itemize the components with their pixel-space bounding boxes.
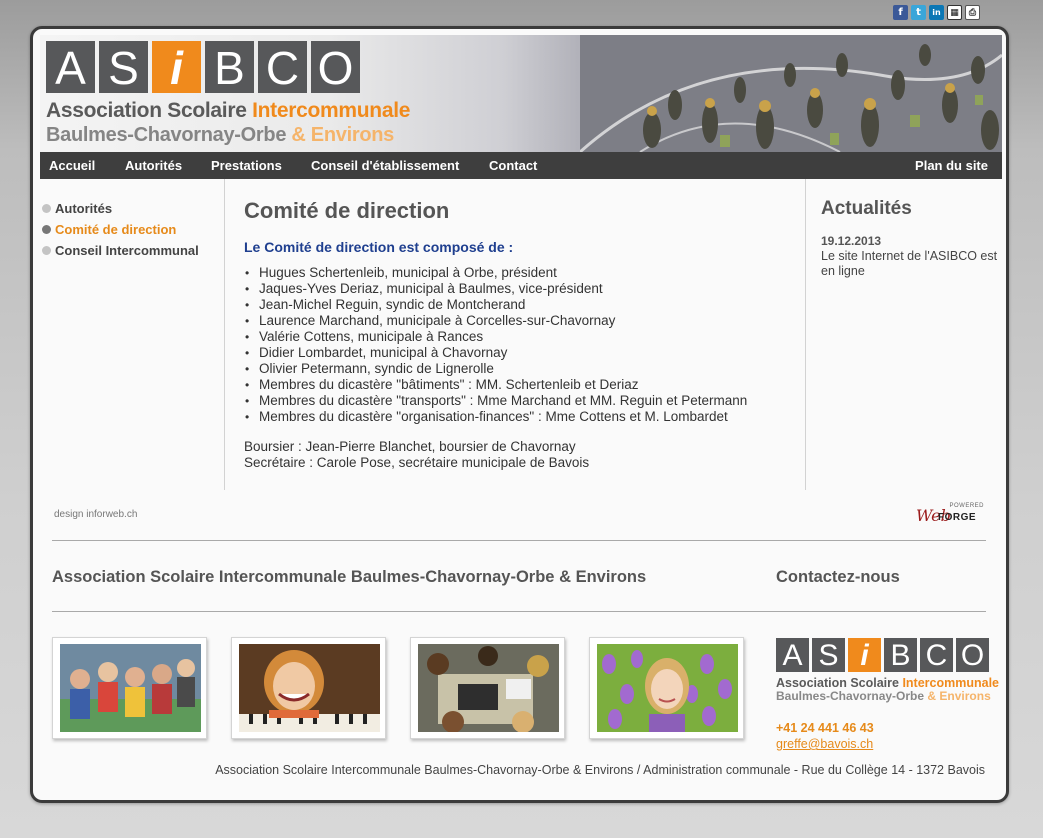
news-panel: Actualités 19.12.2013 Le site Internet d… — [821, 198, 1001, 279]
list-item: Jaques-Yves Deriaz, municipal à Baulmes,… — [244, 281, 794, 297]
footer-logo: A S i B C O Association Scolaire Interco… — [776, 638, 999, 708]
logo-letter: C — [920, 638, 953, 672]
list-item: Laurence Marchand, municipale à Corcelle… — [244, 313, 794, 329]
sidebar-item-conseil-intercommunal[interactable]: Conseil Intercommunal — [42, 240, 199, 261]
logo-text: Baulmes-Chavornay-Orbe — [776, 689, 928, 703]
list-item: Membres du dicastère "transports" : Mme … — [244, 393, 794, 409]
sidebar-item-label: Autorités — [55, 201, 113, 216]
share-bar: f t in ▦ ⎙ — [893, 5, 980, 20]
secretaire-text: Secrétaire : Carole Pose, secrétaire mun… — [244, 455, 590, 470]
contact-phone: +41 24 441 46 43 — [776, 721, 874, 735]
list-item: Membres du dicastère "bâtiments" : MM. S… — [244, 377, 794, 393]
logo-text: Association Scolaire — [776, 676, 903, 690]
logo-text: Association Scolaire — [46, 99, 253, 122]
webforge-logo-text: FORGE — [938, 512, 977, 523]
logo-line-2: Baulmes-Chavornay-Orbe & Environs — [776, 689, 991, 703]
logo-letter: B — [205, 41, 254, 94]
list-item: Olivier Petermann, syndic de Lignerolle — [244, 361, 794, 377]
nav-item-autorites[interactable]: Autorités — [125, 158, 182, 173]
logo-letter: S — [812, 638, 845, 672]
list-item: Hugues Schertenleib, municipal à Orbe, p… — [244, 265, 794, 281]
header-banner: A S i B C O Association Scolaire Interco… — [40, 35, 1002, 152]
logo-letter: i — [152, 41, 201, 94]
print-icon[interactable]: ⎙ — [965, 5, 980, 20]
bullet-icon — [42, 204, 51, 213]
logo-letter: S — [99, 41, 148, 94]
news-title: Actualités — [821, 198, 912, 219]
logo-line-1: Association Scolaire Intercommunale — [46, 99, 410, 123]
main-content: Comité de direction Le Comité de directi… — [244, 198, 794, 471]
divider — [52, 540, 986, 541]
list-item: Jean-Michel Reguin, syndic de Montcheran… — [244, 297, 794, 313]
news-date: 19.12.2013 — [821, 234, 882, 248]
logo-letter: A — [46, 41, 95, 94]
logo-letter: O — [311, 41, 360, 94]
page-title: Comité de direction — [244, 198, 450, 223]
contact-title: Contactez-nous — [776, 568, 900, 586]
photo-child-piano — [231, 637, 386, 739]
powered-by-logo[interactable]: POWERED Web FORGE — [916, 503, 988, 525]
page-frame: A S i B C O Association Scolaire Interco… — [30, 26, 1009, 803]
logo-text-accent: & Environs — [291, 124, 394, 146]
logo-text-accent: Intercommunale — [902, 676, 999, 690]
nav-item-sitemap[interactable]: Plan du site — [915, 158, 988, 173]
footer-title: Association Scolaire Intercommunale Baul… — [52, 568, 647, 586]
powered-label: POWERED — [949, 503, 984, 509]
sidebar-item-autorites[interactable]: Autorités — [42, 198, 199, 219]
facebook-icon[interactable]: f — [893, 5, 908, 20]
linkedin-icon[interactable]: in — [929, 5, 944, 20]
twitter-icon[interactable]: t — [911, 5, 926, 20]
list-item: Valérie Cottens, municipale à Rances — [244, 329, 794, 345]
logo-letter: C — [258, 41, 307, 94]
logo-text-accent: Intercommunale — [252, 99, 411, 122]
design-credit[interactable]: design inforweb.ch — [54, 509, 137, 520]
logo-letter: i — [848, 638, 881, 672]
nav-item-prestations[interactable]: Prestations — [211, 158, 282, 173]
section-subtitle: Le Comité de direction est composé de : — [244, 239, 514, 255]
logo-line-1: Association Scolaire Intercommunale — [776, 676, 999, 690]
bullet-icon — [42, 246, 51, 255]
bullet-icon — [42, 225, 51, 234]
divider — [805, 179, 806, 490]
photo-girl-tulips — [589, 637, 744, 739]
list-item: Membres du dicastère "organisation-finan… — [244, 409, 794, 425]
nav-item-conseil-etablissement[interactable]: Conseil d'établissement — [311, 158, 459, 173]
boursier-text: Boursier : Jean-Pierre Blanchet, boursie… — [244, 439, 576, 454]
divider — [52, 611, 986, 612]
logo-line-2: Baulmes-Chavornay-Orbe & Environs — [46, 124, 394, 147]
list-item: Didier Lombardet, municipal à Chavornay — [244, 345, 794, 361]
members-list: Hugues Schertenleib, municipal à Orbe, p… — [244, 265, 794, 425]
news-text[interactable]: Le site Internet de l'ASIBCO est en lign… — [821, 249, 1001, 279]
main-nav: Accueil Autorités Prestations Conseil d'… — [40, 152, 1002, 179]
sidebar-item-label: Conseil Intercommunal — [55, 243, 199, 258]
sidebar-item-comite-direction[interactable]: Comité de direction — [42, 219, 199, 240]
photo-children-classroom — [52, 637, 207, 739]
sidebar-menu: Autorités Comité de direction Conseil In… — [42, 198, 199, 261]
logo-letter: B — [884, 638, 917, 672]
qr-code-icon[interactable]: ▦ — [947, 5, 962, 20]
contact-email-link[interactable]: greffe@bavois.ch — [776, 737, 873, 751]
logo-text-accent: & Environs — [927, 689, 991, 703]
nav-item-contact[interactable]: Contact — [489, 158, 537, 173]
photo-children-laptop — [410, 637, 565, 739]
crowd-banner-image — [580, 35, 1002, 152]
divider — [224, 179, 225, 490]
logo-letter: O — [956, 638, 989, 672]
logo-text: Baulmes-Chavornay-Orbe — [46, 124, 292, 146]
nav-item-accueil[interactable]: Accueil — [49, 158, 95, 173]
officers-info: Boursier : Jean-Pierre Blanchet, boursie… — [244, 439, 794, 471]
logo-letter: A — [776, 638, 809, 672]
footer-address: Association Scolaire Intercommunale Baul… — [215, 763, 985, 777]
sidebar-item-label: Comité de direction — [55, 222, 177, 237]
